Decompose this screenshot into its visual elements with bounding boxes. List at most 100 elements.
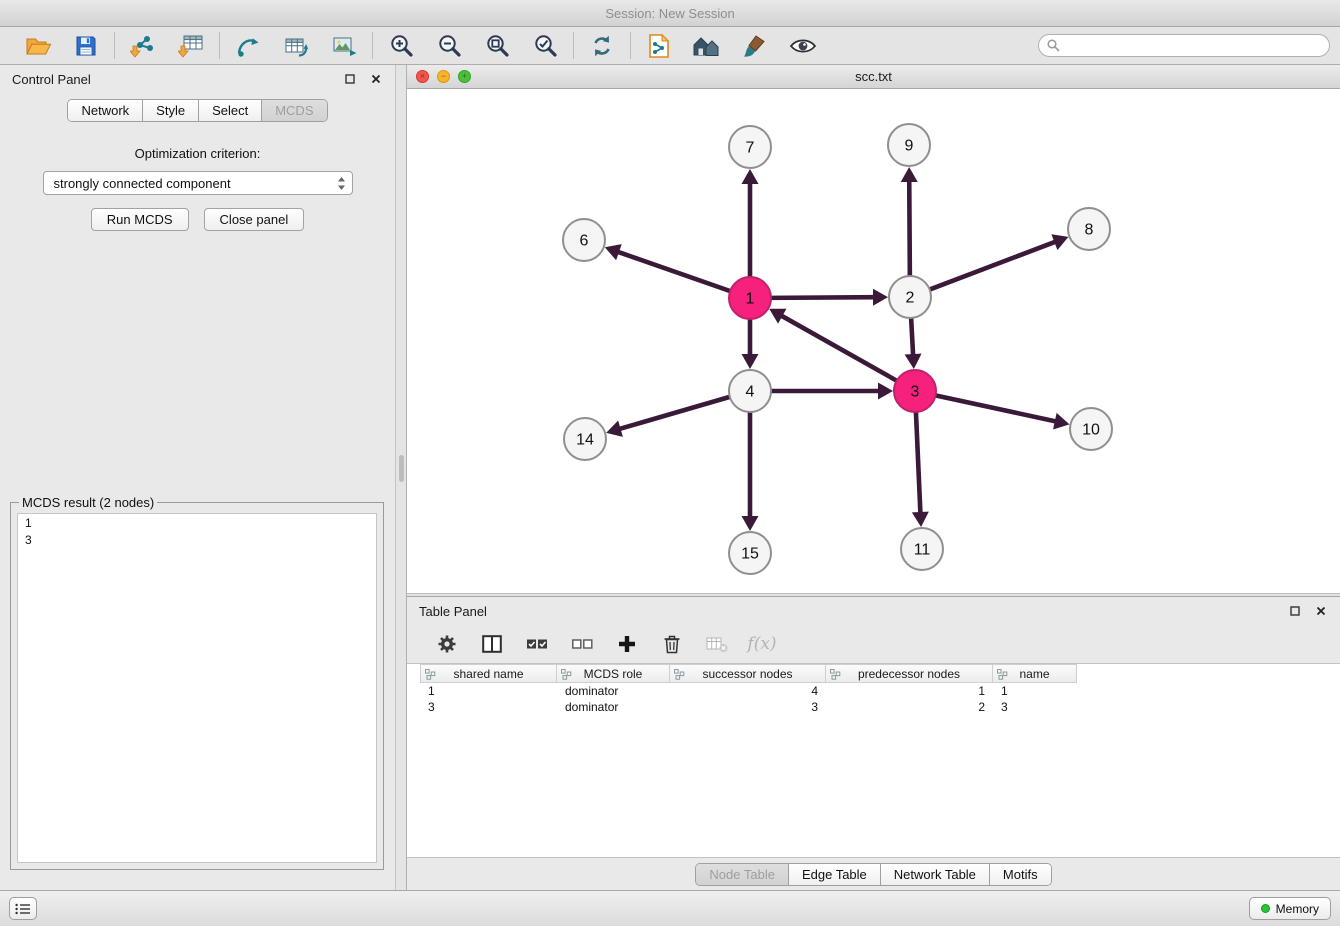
import-table-icon	[178, 33, 204, 59]
edge-3-10[interactable]	[937, 396, 1057, 422]
first-neighbors-button[interactable]	[692, 31, 722, 61]
criterion-select[interactable]: strongly connected component	[43, 171, 353, 195]
select-all-columns-button[interactable]	[525, 632, 549, 656]
eye-icon	[789, 36, 817, 56]
tab-network[interactable]: Network	[68, 100, 143, 121]
graph-node-3[interactable]: 3	[894, 370, 936, 412]
edge-2-3[interactable]	[911, 319, 913, 356]
function-builder-button[interactable]: f(x)	[750, 632, 774, 656]
minimize-window-button[interactable]: −	[437, 70, 450, 83]
apply-style-button[interactable]	[740, 31, 770, 61]
show-hide-button[interactable]	[788, 31, 818, 61]
graph-node-11[interactable]: 11	[901, 528, 943, 570]
close-window-button[interactable]: ×	[416, 70, 429, 83]
delete-column-button[interactable]	[660, 632, 684, 656]
close-panel-button[interactable]: Close panel	[204, 208, 305, 231]
panel-splitter[interactable]	[395, 65, 407, 890]
tab-style[interactable]: Style	[143, 100, 199, 121]
mcds-result-box: MCDS result (2 nodes) 13	[10, 495, 384, 870]
graph-node-15[interactable]: 15	[729, 532, 771, 574]
export-image-button[interactable]	[329, 31, 359, 61]
tab-node-table[interactable]: Node Table	[696, 864, 789, 885]
memory-button[interactable]: Memory	[1249, 897, 1331, 920]
float-table-panel-button[interactable]	[1288, 604, 1302, 618]
edge-1-2[interactable]	[772, 297, 875, 298]
zoom-out-button[interactable]	[434, 31, 464, 61]
delete-table-button[interactable]	[705, 632, 729, 656]
column-header-predecessor-nodes[interactable]: predecessor nodes	[826, 664, 993, 683]
tab-network-table[interactable]: Network Table	[881, 864, 990, 885]
edge-3-1[interactable]	[780, 315, 895, 380]
zoom-window-button[interactable]: +	[458, 70, 471, 83]
zoom-in-button[interactable]	[386, 31, 416, 61]
column-header-label: MCDS role	[584, 667, 643, 681]
edge-1-6[interactable]	[617, 252, 729, 291]
zoom-fit-button[interactable]	[482, 31, 512, 61]
close-table-panel-button[interactable]	[1314, 604, 1328, 618]
graph-node-4[interactable]: 4	[729, 370, 771, 412]
column-header-shared-name[interactable]: shared name	[420, 664, 557, 683]
window-controls: × − +	[416, 70, 471, 83]
splitter-handle[interactable]	[399, 455, 404, 482]
unselect-all-columns-button[interactable]	[570, 632, 594, 656]
network-document-button[interactable]	[644, 31, 674, 61]
graph-node-2[interactable]: 2	[889, 276, 931, 318]
close-control-panel-button[interactable]	[369, 72, 383, 86]
edge-2-9[interactable]	[909, 180, 910, 275]
node-label: 15	[741, 546, 759, 563]
search-input[interactable]	[1038, 34, 1330, 57]
graph-node-7[interactable]: 7	[729, 126, 771, 168]
export-network-icon	[235, 33, 261, 59]
column-header-MCDS-role[interactable]: MCDS role	[557, 664, 670, 683]
network-canvas[interactable]: 7 9 6 8 1 2 4 3 10 14 15 11	[407, 89, 1340, 593]
import-table-button[interactable]	[176, 31, 206, 61]
table-cell: 3	[670, 700, 826, 714]
open-session-button[interactable]	[23, 31, 53, 61]
tab-motifs[interactable]: Motifs	[990, 864, 1051, 885]
folder-open-icon	[25, 34, 52, 58]
zoom-selected-button[interactable]	[530, 31, 560, 61]
network-graph[interactable]: 7 9 6 8 1 2 4 3 10 14 15 11	[407, 89, 1340, 593]
import-network-button[interactable]	[128, 31, 158, 61]
show-columns-button[interactable]	[480, 632, 504, 656]
edge-arrowhead	[912, 512, 929, 527]
export-table-button[interactable]	[281, 31, 311, 61]
table-row[interactable]: 3dominator323	[420, 699, 1340, 715]
export-network-button[interactable]	[233, 31, 263, 61]
task-history-button[interactable]	[9, 897, 37, 920]
table-cell: 4	[670, 684, 826, 698]
create-column-button[interactable]	[615, 632, 639, 656]
import-network-icon	[130, 33, 156, 59]
graph-node-10[interactable]: 10	[1070, 408, 1112, 450]
column-header-successor-nodes[interactable]: successor nodes	[670, 664, 826, 683]
column-header-name[interactable]: name	[993, 664, 1077, 683]
edge-arrowhead	[1053, 413, 1069, 430]
graph-node-6[interactable]: 6	[563, 219, 605, 261]
graph-node-14[interactable]: 14	[564, 418, 606, 460]
graph-node-1[interactable]: 1	[729, 277, 771, 319]
refresh-button[interactable]	[587, 31, 617, 61]
graph-node-8[interactable]: 8	[1068, 208, 1110, 250]
node-label: 3	[911, 384, 920, 401]
table-cell: 3	[420, 700, 557, 714]
run-mcds-button[interactable]: Run MCDS	[91, 208, 189, 231]
table-panel-header: Table Panel	[407, 597, 1340, 625]
node-label: 10	[1082, 422, 1100, 439]
table-settings-button[interactable]	[435, 632, 459, 656]
save-session-button[interactable]	[71, 31, 101, 61]
tab-mcds[interactable]: MCDS	[262, 100, 326, 121]
graph-node-9[interactable]: 9	[888, 124, 930, 166]
edge-2-8[interactable]	[931, 241, 1057, 289]
tab-edge-table[interactable]: Edge Table	[789, 864, 881, 885]
mcds-result-list[interactable]: 13	[17, 513, 377, 863]
edge-3-11[interactable]	[916, 413, 920, 514]
memory-label: Memory	[1276, 902, 1319, 916]
table-row[interactable]: 1dominator411	[420, 683, 1340, 699]
float-panel-button[interactable]	[343, 72, 357, 86]
edge-arrowhead	[606, 421, 623, 437]
tab-select[interactable]: Select	[199, 100, 262, 121]
network-window-titlebar[interactable]: × − + scc.txt	[407, 65, 1340, 89]
close-icon	[371, 74, 381, 84]
node-label: 2	[906, 290, 915, 307]
edge-4-14[interactable]	[619, 397, 729, 429]
